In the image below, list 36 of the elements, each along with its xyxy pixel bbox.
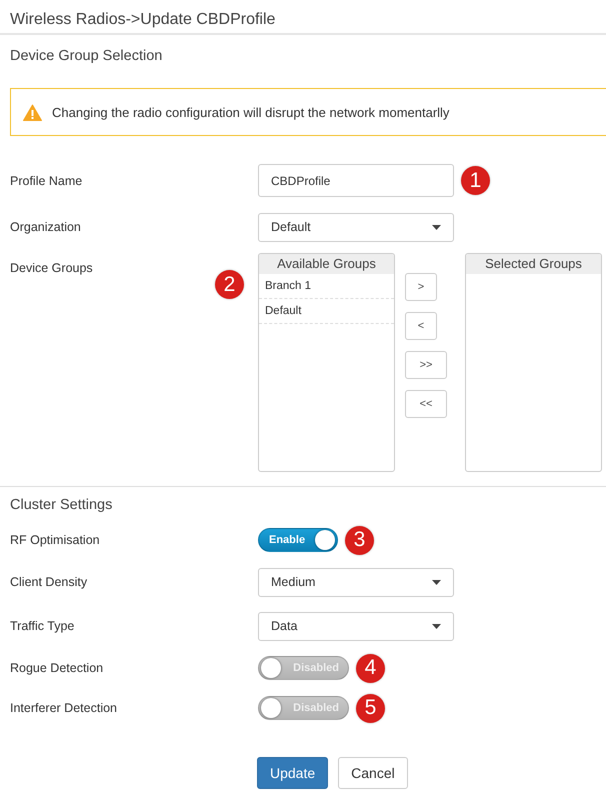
caret-icon: [432, 624, 441, 628]
field-label: Client Density: [10, 575, 88, 589]
field-label: RF Optimisation: [10, 533, 101, 547]
warning-icon: [23, 104, 42, 120]
field-label: Profile Name: [10, 174, 84, 188]
section-heading: Device Group Selection: [10, 48, 162, 64]
list-item[interactable]: Branch 1: [259, 274, 394, 299]
move-button[interactable]: <: [405, 312, 437, 340]
list-header: Selected Groups: [466, 254, 601, 274]
field-label: Traffic Type: [10, 619, 76, 633]
callout-number: 1: [461, 166, 490, 195]
callout-number: 4: [356, 654, 385, 682]
field-label: Rogue Detection: [10, 661, 104, 675]
form-button[interactable]: Update: [257, 757, 328, 789]
caret-icon: [432, 224, 441, 230]
dropdown[interactable]: Data: [258, 612, 454, 640]
field-label: Device Groups: [10, 261, 94, 275]
field-label: Interferer Detection: [10, 701, 118, 715]
move-button[interactable]: >: [405, 273, 437, 301]
caret-icon: [432, 580, 441, 584]
toggle-switch[interactable]: Enable: [258, 528, 338, 552]
move-button[interactable]: >>: [405, 351, 447, 379]
list-header: Available Groups: [259, 254, 394, 274]
section-heading: Cluster Settings: [10, 497, 112, 513]
field-label: Organization: [10, 220, 82, 234]
page-title: Wireless Radios->Update CBDProfile: [10, 11, 276, 29]
warning-message: Changing the radio configuration will disrupt the network momentarlly: [52, 104, 450, 120]
dropdown[interactable]: Medium: [258, 568, 454, 596]
callout-number: 3: [345, 526, 374, 554]
form-button[interactable]: Cancel: [338, 757, 408, 789]
callout-number: 5: [356, 694, 385, 722]
profile-name-field[interactable]: CBDProfile: [258, 164, 454, 197]
list-item[interactable]: Default: [259, 299, 394, 324]
callout-number: 2: [215, 270, 244, 299]
move-button[interactable]: <<: [405, 390, 447, 418]
dropdown[interactable]: Default: [258, 212, 454, 242]
